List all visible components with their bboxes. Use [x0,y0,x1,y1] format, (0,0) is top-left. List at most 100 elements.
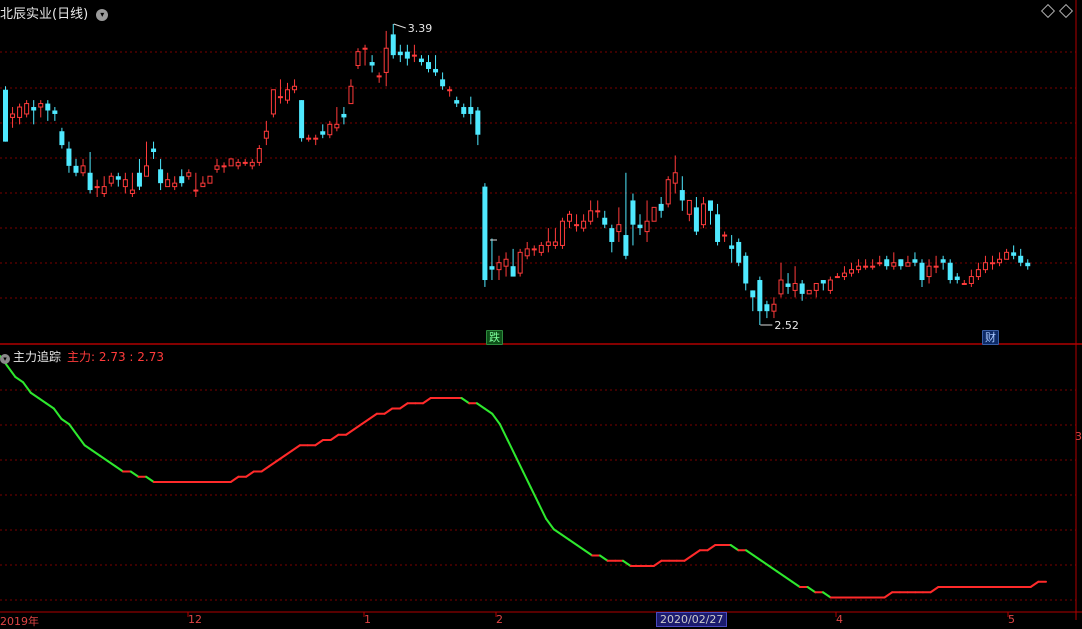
candle [383,30,389,87]
candle [947,259,953,284]
main-force-segment [268,460,278,468]
indicator-title-bar[interactable]: ▾ 主力追踪 主力: 2.73 : 2.73 [0,348,164,365]
candle [158,158,164,191]
main-force-segment [22,381,32,394]
candle-body [306,137,312,140]
candle-body [285,89,290,101]
candle-body [73,165,79,173]
candle [736,238,742,267]
candle-body [362,47,368,50]
candle [101,176,107,197]
candlestick-series[interactable] [3,24,1031,325]
main-force-segment [345,428,355,436]
main-force-segment [821,591,832,599]
candle-body [757,280,763,312]
candle [207,175,213,184]
candle-body [397,51,403,56]
main-force-segment [352,423,363,431]
main-force-segment [498,423,509,441]
candle [982,255,988,274]
candle [31,100,37,125]
candle [404,44,410,66]
candle-body [136,172,142,187]
main-force-segment [6,365,17,378]
candle [870,259,876,270]
candle [877,255,883,267]
candle-body [997,258,1003,264]
candle [313,134,319,146]
marker-die[interactable]: 跌 [486,330,503,345]
candle-body [799,283,805,294]
candle-body [235,161,241,167]
candle-body [940,259,946,263]
candle [292,79,298,94]
candle-body [101,186,107,195]
high-price-label: 3.39 [408,22,433,35]
candle-body [510,266,516,277]
candle-body [827,279,833,291]
candle [235,158,241,170]
candle [369,55,375,73]
main-force-segment [783,575,794,583]
candle-body [933,265,939,268]
main-force-segment [791,580,801,588]
candle-body [475,110,481,135]
candle-body [559,220,565,246]
stock-chart-window[interactable]: 3.39 2.52 北辰实业(日线) ▾ 跌 财 ▾ 主力追踪 主力: 2.73 : … [0,0,1082,628]
candle-body [221,165,227,168]
candle-body [10,113,16,118]
candle-body [214,165,220,170]
main-force-segment [745,549,755,557]
candle [193,172,199,197]
candle-body [45,103,51,111]
candle-body [355,51,361,67]
candle-body [609,228,615,242]
candle-body [447,89,453,92]
candle-body [369,62,375,66]
candle [820,280,826,291]
stock-title-bar[interactable]: 北辰实业(日线) ▾ [0,3,109,22]
chevron-down-icon[interactable]: ▾ [0,354,10,364]
marker-cai[interactable]: 财 [982,330,999,345]
candle [3,86,8,142]
candle-body [66,148,72,166]
candle [66,141,72,173]
candle [912,252,918,267]
candle [475,107,481,146]
candle [151,141,157,159]
main-force-segment [91,449,101,457]
candle [863,259,869,270]
main-force-segment [1029,580,1040,588]
candle-body [891,262,897,267]
main-force-segment [568,538,578,546]
candle-body [644,220,650,233]
candle-body [228,158,234,167]
candle [468,96,474,125]
main-force-segment [522,470,532,489]
main-force-line [0,355,1047,599]
candle-body [426,62,431,69]
candle-body [31,107,37,111]
candle [602,210,608,229]
main-force-segment [83,444,94,452]
candle [306,134,312,142]
chevron-down-icon[interactable]: ▾ [96,9,109,21]
candle-body [299,100,305,139]
candle [729,235,735,263]
main-force-segment [683,554,694,562]
candle [186,169,192,180]
candle [616,207,622,242]
candle [411,44,417,63]
candle-body [919,262,925,281]
candle [933,255,939,274]
candle-body [538,244,544,253]
candle [489,238,495,281]
candle-body [679,190,685,201]
candle-body [637,224,643,229]
chart-canvas[interactable]: 3.39 2.52 [0,0,1082,620]
main-force-segment [729,544,740,552]
candle-body [144,165,149,177]
main-force-segment [260,465,271,473]
main-force-segment [691,549,701,557]
candle [792,266,798,298]
